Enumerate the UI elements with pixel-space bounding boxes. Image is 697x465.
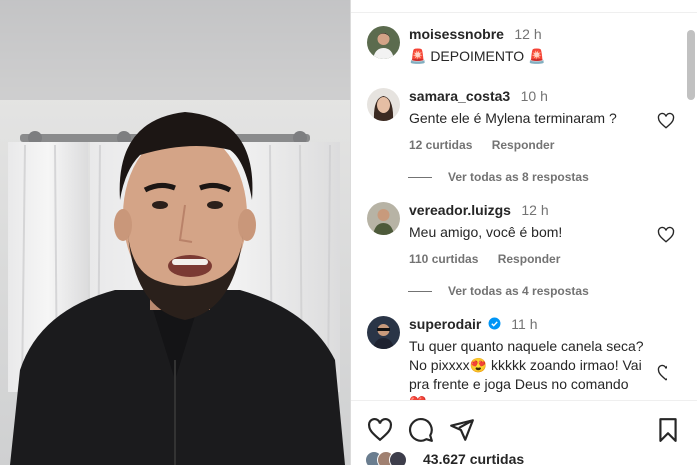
comments-panel: moisessnobre 12 h 🚨 DEPOIMENTO 🚨 samara_… — [350, 0, 697, 465]
comment-text: Meu amigo, você é bom! — [409, 224, 563, 240]
divider-line — [408, 291, 432, 293]
commenter-avatar[interactable] — [367, 316, 400, 349]
comment-item: superodair 11 h Tu quer quanto naquele c… — [367, 316, 667, 406]
view-replies-button[interactable]: Ver todas as 8 respostas — [408, 170, 589, 184]
post-video[interactable] — [0, 0, 350, 465]
comment-likes[interactable]: 110 curtidas — [409, 252, 478, 266]
share-icon[interactable] — [449, 417, 475, 443]
caption-time: 12 h — [514, 26, 542, 42]
divider-line — [408, 177, 432, 179]
comment-time: 12 h — [521, 202, 549, 218]
header-divider — [351, 12, 697, 13]
view-replies-label: Ver todas as 4 respostas — [448, 284, 589, 298]
heart-icon[interactable] — [367, 417, 393, 443]
heart-icon[interactable] — [657, 364, 667, 382]
caption-text: 🚨 DEPOIMENTO 🚨 — [409, 48, 546, 64]
action-bar: 43.627 curtidas — [351, 400, 697, 465]
scrollbar[interactable] — [687, 30, 695, 390]
save-icon[interactable] — [655, 417, 681, 443]
heart-icon[interactable] — [657, 226, 675, 244]
comment-username[interactable]: samara_costa3 — [409, 88, 510, 104]
comment-text: Gente ele é Mylena terminaram ? — [409, 110, 617, 126]
comment-username[interactable]: vereador.luizgs — [409, 202, 511, 218]
comment-time: 10 h — [520, 88, 548, 104]
comment-time: 11 h — [511, 316, 538, 332]
likers-avatars[interactable] — [365, 451, 425, 465]
comment-icon[interactable] — [408, 417, 434, 443]
author-username[interactable]: moisessnobre — [409, 26, 504, 42]
commenter-avatar[interactable] — [367, 88, 400, 121]
commenter-avatar[interactable] — [367, 202, 400, 235]
comment-text: Tu quer quanto naquele canela seca? No p… — [409, 338, 644, 406]
video-frame — [0, 0, 350, 465]
comment-likes[interactable]: 12 curtidas — [409, 138, 472, 152]
author-avatar[interactable] — [367, 26, 400, 59]
verified-icon — [488, 317, 501, 330]
view-replies-button[interactable]: Ver todas as 4 respostas — [408, 284, 589, 298]
likes-count[interactable]: 43.627 curtidas — [423, 451, 524, 465]
heart-icon[interactable] — [657, 112, 675, 130]
view-replies-label: Ver todas as 8 respostas — [448, 170, 589, 184]
scrollbar-thumb[interactable] — [687, 30, 695, 100]
comment-item: vereador.luizgs 12 h Meu amigo, você é b… — [367, 202, 675, 282]
comment-username[interactable]: superodair — [409, 316, 481, 332]
comment-item: samara_costa3 10 h Gente ele é Mylena te… — [367, 88, 675, 168]
reply-button[interactable]: Responder — [492, 138, 555, 152]
reply-button[interactable]: Responder — [498, 252, 561, 266]
